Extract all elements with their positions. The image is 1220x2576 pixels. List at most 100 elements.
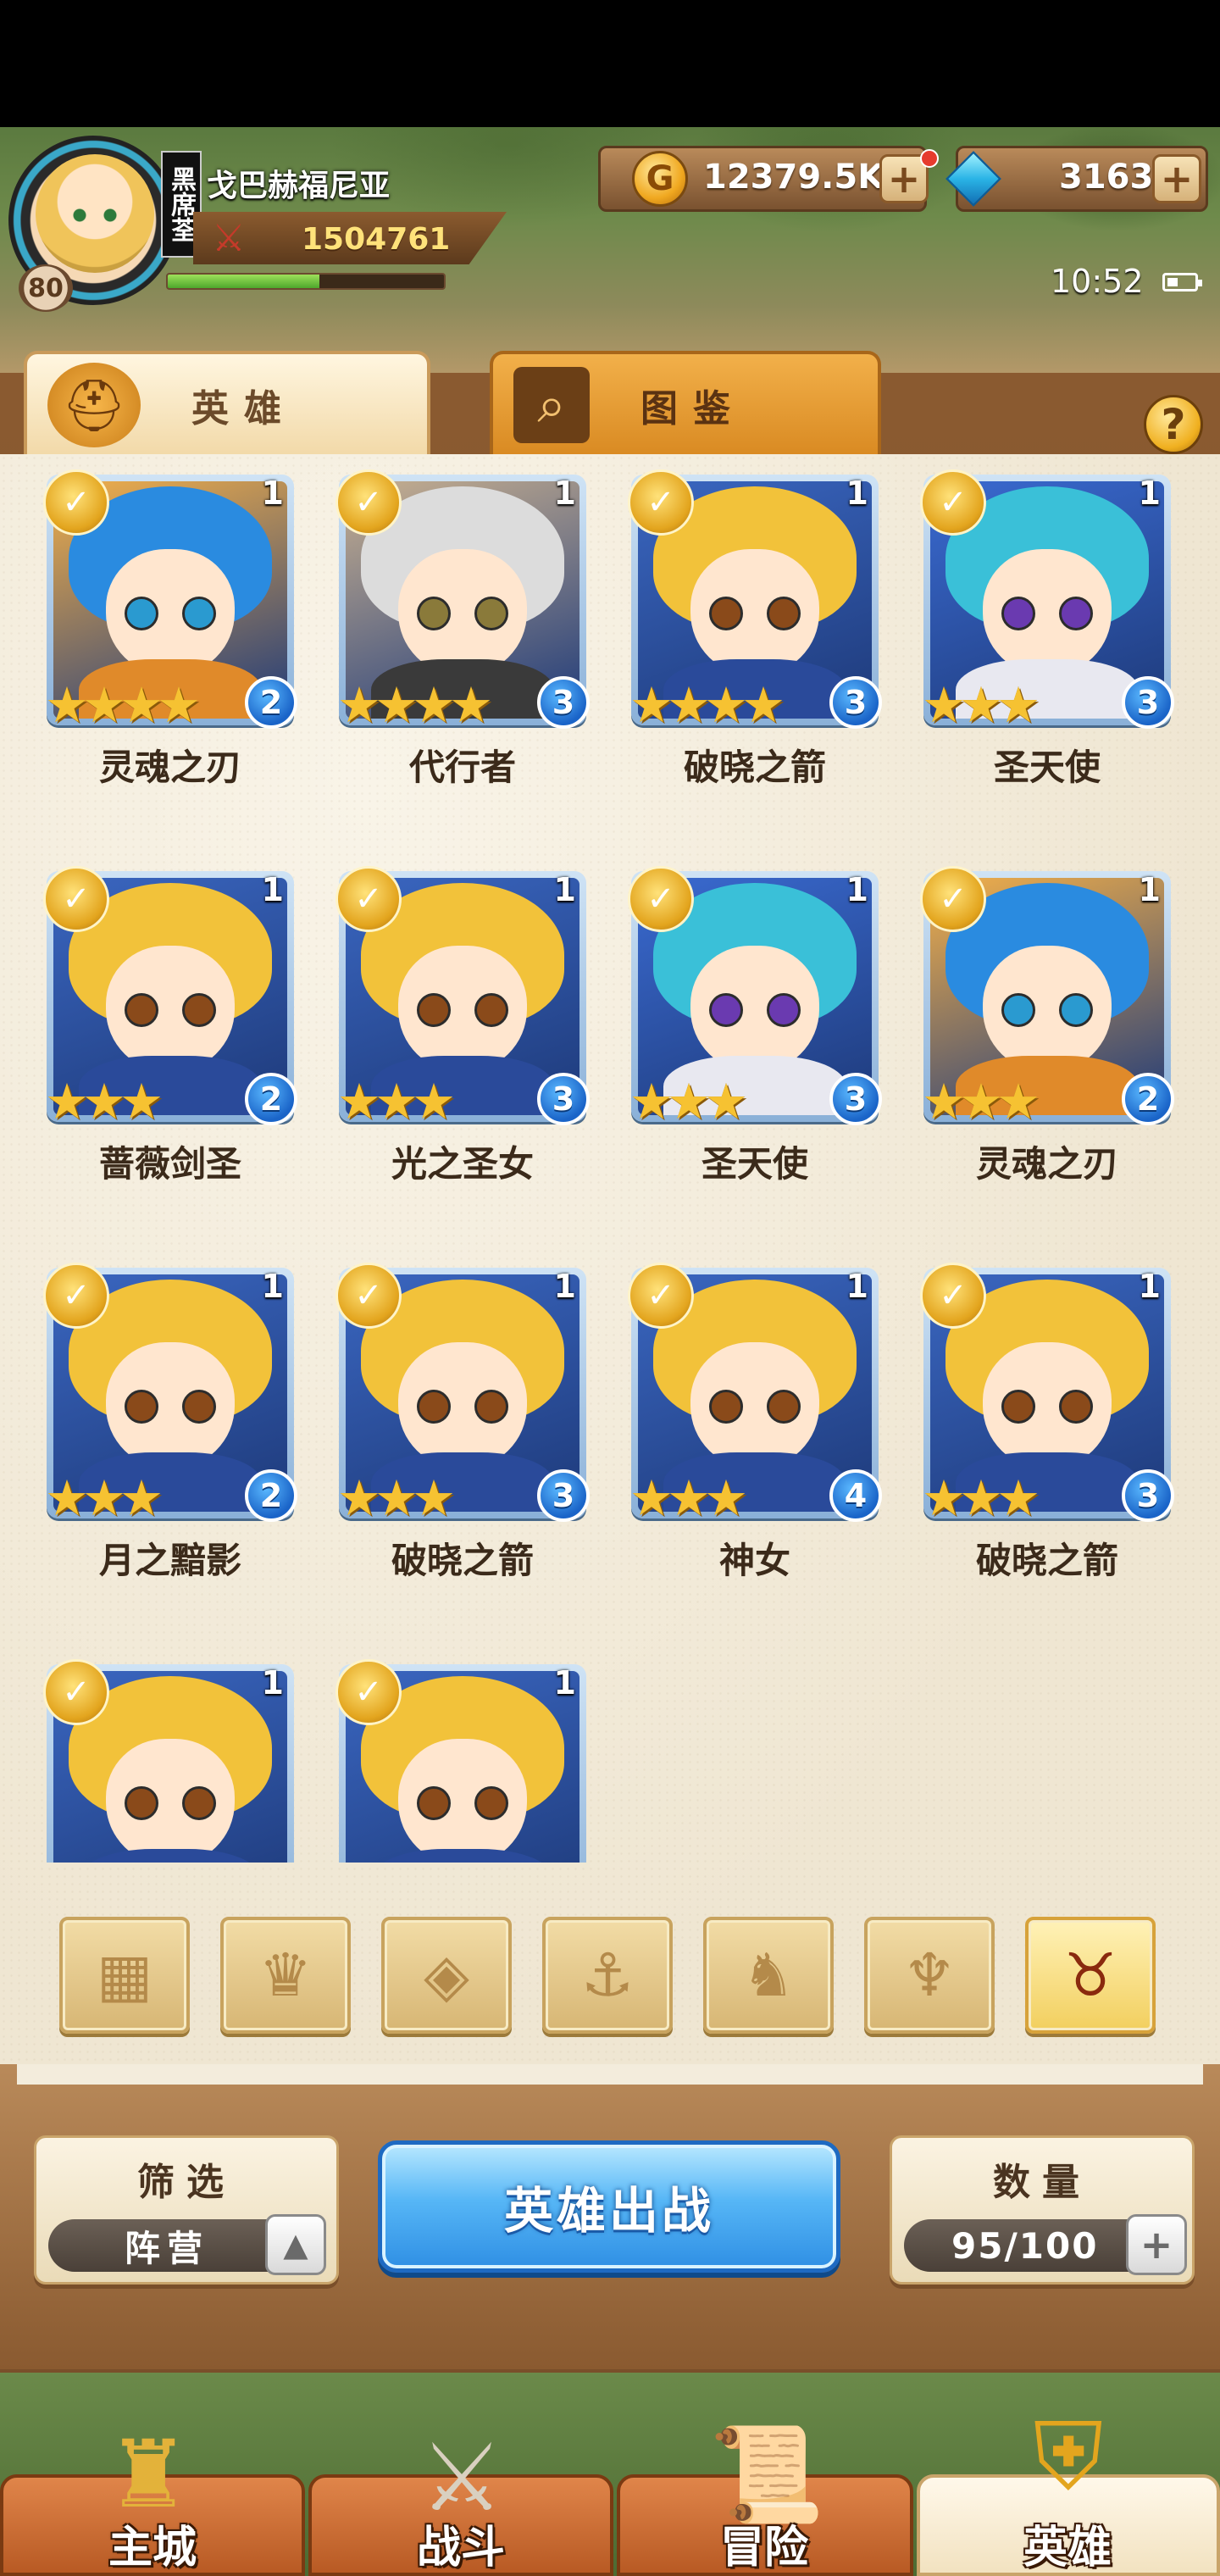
- check-shield-icon: ✓: [336, 1263, 402, 1329]
- hero-stars: ★ ★ ★: [337, 1474, 456, 1523]
- filter-box[interactable]: 筛选 阵营 ▲: [34, 2135, 339, 2285]
- filter-value[interactable]: 阵营: [48, 2219, 302, 2272]
- check-shield-icon: ✓: [43, 866, 109, 932]
- hero-card[interactable]: ✓ 1 ★ ★ ★ 4: [628, 1263, 882, 1523]
- hero-rank-badge: 3: [537, 1073, 590, 1125]
- hero-level: 1: [846, 475, 868, 512]
- hero-stars: ★ ★ ★ ★: [45, 680, 201, 730]
- filter-button-horns[interactable]: ♆: [864, 1917, 995, 2034]
- nav-label-city: 主城: [108, 2523, 197, 2573]
- add-gems-button[interactable]: +: [1152, 154, 1201, 203]
- star-icon: ★: [119, 1073, 164, 1130]
- hero-stars: ★ ★ ★: [337, 1077, 456, 1126]
- hero-rank-badge: 2: [245, 676, 297, 729]
- crown-icon: ♛: [258, 1940, 313, 2010]
- hero-stars: ★ ★ ★: [922, 1474, 1040, 1523]
- hero-name: 灵魂之刃: [98, 747, 241, 788]
- hero-card[interactable]: ✓ 1 ★ ★ ★ 3: [336, 1263, 590, 1523]
- star-icon: ★: [412, 1073, 456, 1130]
- hero-body: [79, 1849, 262, 1863]
- hero-stars: ★ ★ ★: [922, 680, 1040, 730]
- hero-card[interactable]: ✓ 1 ★ ★ ★ 3: [336, 866, 590, 1126]
- hero-face: [983, 1342, 1112, 1469]
- hero-card[interactable]: ✓ 1 ★ ★ ★ 2: [43, 866, 297, 1126]
- star-icon: ★: [996, 1469, 1040, 1527]
- hero-card[interactable]: ✓ 1 ★ ★ ★ ★ 3: [336, 469, 590, 730]
- hero-rank-badge: 3: [1122, 676, 1174, 729]
- hero-card[interactable]: ✓ 1 ★ ★ ★ 2: [920, 866, 1174, 1126]
- hero-name: 圣天使: [701, 1143, 808, 1185]
- hero-name: 蔷薇剑圣: [98, 1143, 241, 1185]
- deploy-heroes-button[interactable]: 英雄出战: [378, 2140, 840, 2273]
- hero-face: [690, 1342, 819, 1469]
- magnifier-icon: ⌕: [513, 367, 590, 443]
- hero-face: [106, 1342, 235, 1469]
- hero-stars: ★ ★ ★: [45, 1077, 164, 1126]
- hero-level: 1: [261, 1664, 284, 1702]
- hero-card[interactable]: ✓ 1 ★ ★ ★ 3: [628, 866, 882, 1126]
- hero-face: [398, 549, 527, 676]
- hero-level: 1: [846, 871, 868, 908]
- filter-button-crown[interactable]: ♛: [220, 1917, 351, 2034]
- hero-card[interactable]: ✓ 1 ★ ★ ★ 3: [920, 1263, 1174, 1523]
- player-level-badge: 80: [19, 264, 73, 312]
- grid-icon: ▦: [96, 1940, 153, 2010]
- hero-card[interactable]: ✓ 1 ★ ★ ★ ★ 2: [43, 469, 297, 730]
- filter-toggle-button[interactable]: ▲: [265, 2214, 326, 2275]
- hero-stars: ★ ★ ★ ★: [337, 680, 493, 730]
- hero-level: 1: [553, 475, 576, 512]
- check-shield-icon: ✓: [336, 469, 402, 536]
- check-shield-icon: ✓: [920, 866, 986, 932]
- help-button[interactable]: ?: [1144, 395, 1203, 454]
- check-shield-icon: ✓: [43, 1263, 109, 1329]
- hero-name: 代行者: [408, 747, 516, 788]
- filter-button-anchor[interactable]: ⚓: [542, 1917, 673, 2034]
- hero-face: [690, 946, 819, 1073]
- hero-rank-badge: 3: [1122, 1469, 1174, 1522]
- hero-face: [106, 946, 235, 1073]
- hero-card[interactable]: ✓ 1 ★ ★ ★ ★ 3: [628, 469, 882, 730]
- hero-count-box: 数量 95/100 +: [890, 2135, 1195, 2285]
- hero-card[interactable]: ✓ 1: [336, 1659, 586, 1863]
- expand-capacity-button[interactable]: +: [1126, 2214, 1187, 2275]
- player-name: 戈巴赫福尼亚: [207, 169, 391, 203]
- hero-stars: ★ ★ ★: [629, 1077, 748, 1126]
- hero-face: [983, 549, 1112, 676]
- hero-name: 破晓之箭: [391, 1540, 534, 1581]
- check-shield-icon: ✓: [336, 866, 402, 932]
- filter-button-demon[interactable]: ♉: [1025, 1917, 1156, 2034]
- count-value-label: 95/100: [951, 2224, 1099, 2267]
- crossed-swords-icon: ⚔: [212, 217, 246, 260]
- hero-name: 光之圣女: [391, 1143, 534, 1185]
- hero-level: 1: [261, 1268, 284, 1305]
- hero-face: [398, 946, 527, 1073]
- battery-icon: [1162, 273, 1202, 291]
- hero-level: 1: [1138, 871, 1161, 908]
- tab-codex[interactable]: ⌕ 图鉴: [490, 351, 881, 456]
- hero-face: [106, 1739, 235, 1863]
- hero-stars: ★ ★ ★: [45, 1474, 164, 1523]
- status-bar-spacer: [0, 0, 1220, 127]
- filter-button-grid[interactable]: ▦: [59, 1917, 190, 2034]
- hero-card[interactable]: ✓ 1 ★ ★ ★ 3: [920, 469, 1174, 730]
- player-avatar[interactable]: [36, 154, 154, 273]
- star-icon: ★: [412, 1469, 456, 1527]
- hero-body: [371, 1849, 554, 1863]
- filter-button-diamond[interactable]: ◈: [381, 1917, 512, 2034]
- gem-amount: 3163: [1059, 158, 1154, 197]
- hero-rank-badge: 2: [245, 1469, 297, 1522]
- tab-heroes[interactable]: ⛑ 英雄: [24, 351, 430, 456]
- tab-codex-label: 图鉴: [640, 387, 746, 430]
- hero-grid[interactable]: ✓ 1 ★ ★ ★ ★ 2 灵魂之刃 ✓ 1 ★ ★ ★ ★ 3 代行者 ✓ 1 ★ ★ ★ ★ …: [0, 468, 1220, 1863]
- gold-amount: 12379.5K: [703, 158, 884, 197]
- anchor-icon: ⚓: [580, 1940, 635, 2010]
- hero-name: 破晓之箭: [975, 1540, 1118, 1581]
- hero-level: 1: [846, 1268, 868, 1305]
- filter-value-label: 阵营: [125, 2227, 210, 2269]
- filter-button-beast[interactable]: ♞: [703, 1917, 834, 2034]
- hero-card[interactable]: ✓ 1: [43, 1659, 294, 1863]
- star-icon: ★: [449, 676, 493, 734]
- hero-face: [690, 549, 819, 676]
- hero-card[interactable]: ✓ 1 ★ ★ ★ 2: [43, 1263, 297, 1523]
- gold-coin-icon: G: [632, 151, 688, 207]
